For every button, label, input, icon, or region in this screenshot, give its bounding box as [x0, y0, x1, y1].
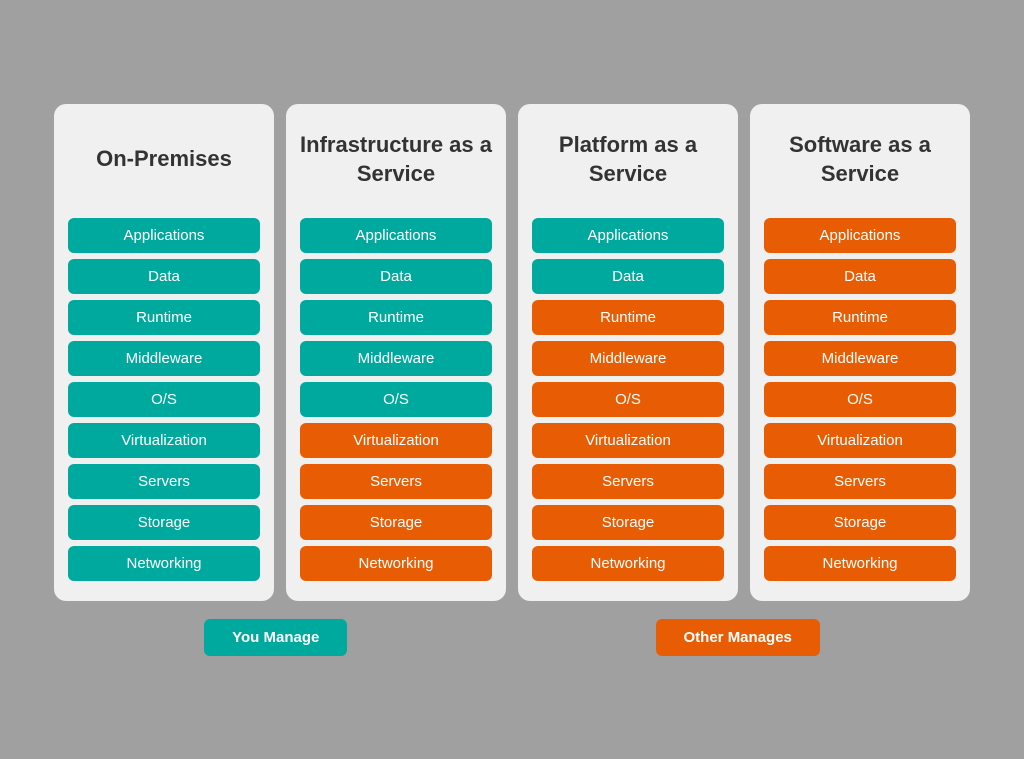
main-container: On-Premises Applications Data Runtime Middle…	[20, 104, 1004, 656]
column-iaas: Infrastructure as a Service Applications D…	[286, 104, 506, 601]
stack-item-on-premises-6: Servers	[68, 464, 260, 499]
stack-item-paas-1: Data	[532, 259, 724, 294]
stack-item-on-premises-7: Storage	[68, 505, 260, 540]
column-paas: Platform as a Service Applications Data Run…	[518, 104, 738, 601]
stack-item-iaas-8: Networking	[300, 546, 492, 581]
column-title-on-premises: On-Premises	[96, 124, 232, 196]
stack-item-paas-2: Runtime	[532, 300, 724, 335]
column-title-iaas: Infrastructure as a Service	[300, 124, 492, 196]
stack-item-saas-8: Networking	[764, 546, 956, 581]
column-on-premises: On-Premises Applications Data Runtime Middle…	[54, 104, 274, 601]
stack-item-paas-4: O/S	[532, 382, 724, 417]
stack-item-iaas-2: Runtime	[300, 300, 492, 335]
legend-row: You Manage Other Manages	[20, 619, 1004, 656]
stack-item-on-premises-8: Networking	[68, 546, 260, 581]
stack-item-iaas-7: Storage	[300, 505, 492, 540]
stack-paas: Applications Data Runtime Middleware O/S Virt…	[532, 218, 724, 581]
stack-item-iaas-4: O/S	[300, 382, 492, 417]
stack-item-iaas-6: Servers	[300, 464, 492, 499]
stack-item-on-premises-3: Middleware	[68, 341, 260, 376]
stack-item-saas-7: Storage	[764, 505, 956, 540]
stack-item-on-premises-0: Applications	[68, 218, 260, 253]
you-manage-legend: You Manage	[204, 619, 347, 656]
stack-item-saas-3: Middleware	[764, 341, 956, 376]
stack-item-saas-5: Virtualization	[764, 423, 956, 458]
stack-item-on-premises-2: Runtime	[68, 300, 260, 335]
stack-item-saas-4: O/S	[764, 382, 956, 417]
stack-item-paas-5: Virtualization	[532, 423, 724, 458]
stack-item-saas-2: Runtime	[764, 300, 956, 335]
stack-item-paas-7: Storage	[532, 505, 724, 540]
column-saas: Software as a Service Applications Data Run…	[750, 104, 970, 601]
stack-item-iaas-1: Data	[300, 259, 492, 294]
stack-item-iaas-0: Applications	[300, 218, 492, 253]
stack-item-saas-0: Applications	[764, 218, 956, 253]
stack-item-paas-8: Networking	[532, 546, 724, 581]
stack-item-paas-6: Servers	[532, 464, 724, 499]
stack-item-paas-3: Middleware	[532, 341, 724, 376]
columns-row: On-Premises Applications Data Runtime Middle…	[20, 104, 1004, 601]
other-manages-legend: Other Manages	[656, 619, 820, 656]
stack-iaas: Applications Data Runtime Middleware O/S Virt…	[300, 218, 492, 581]
column-title-saas: Software as a Service	[764, 124, 956, 196]
stack-item-saas-6: Servers	[764, 464, 956, 499]
stack-saas: Applications Data Runtime Middleware O/S Virt…	[764, 218, 956, 581]
stack-item-iaas-5: Virtualization	[300, 423, 492, 458]
stack-item-paas-0: Applications	[532, 218, 724, 253]
stack-item-on-premises-5: Virtualization	[68, 423, 260, 458]
stack-item-saas-1: Data	[764, 259, 956, 294]
stack-item-on-premises-1: Data	[68, 259, 260, 294]
stack-on-premises: Applications Data Runtime Middleware O/S Virt…	[68, 218, 260, 581]
stack-item-iaas-3: Middleware	[300, 341, 492, 376]
column-title-paas: Platform as a Service	[532, 124, 724, 196]
stack-item-on-premises-4: O/S	[68, 382, 260, 417]
